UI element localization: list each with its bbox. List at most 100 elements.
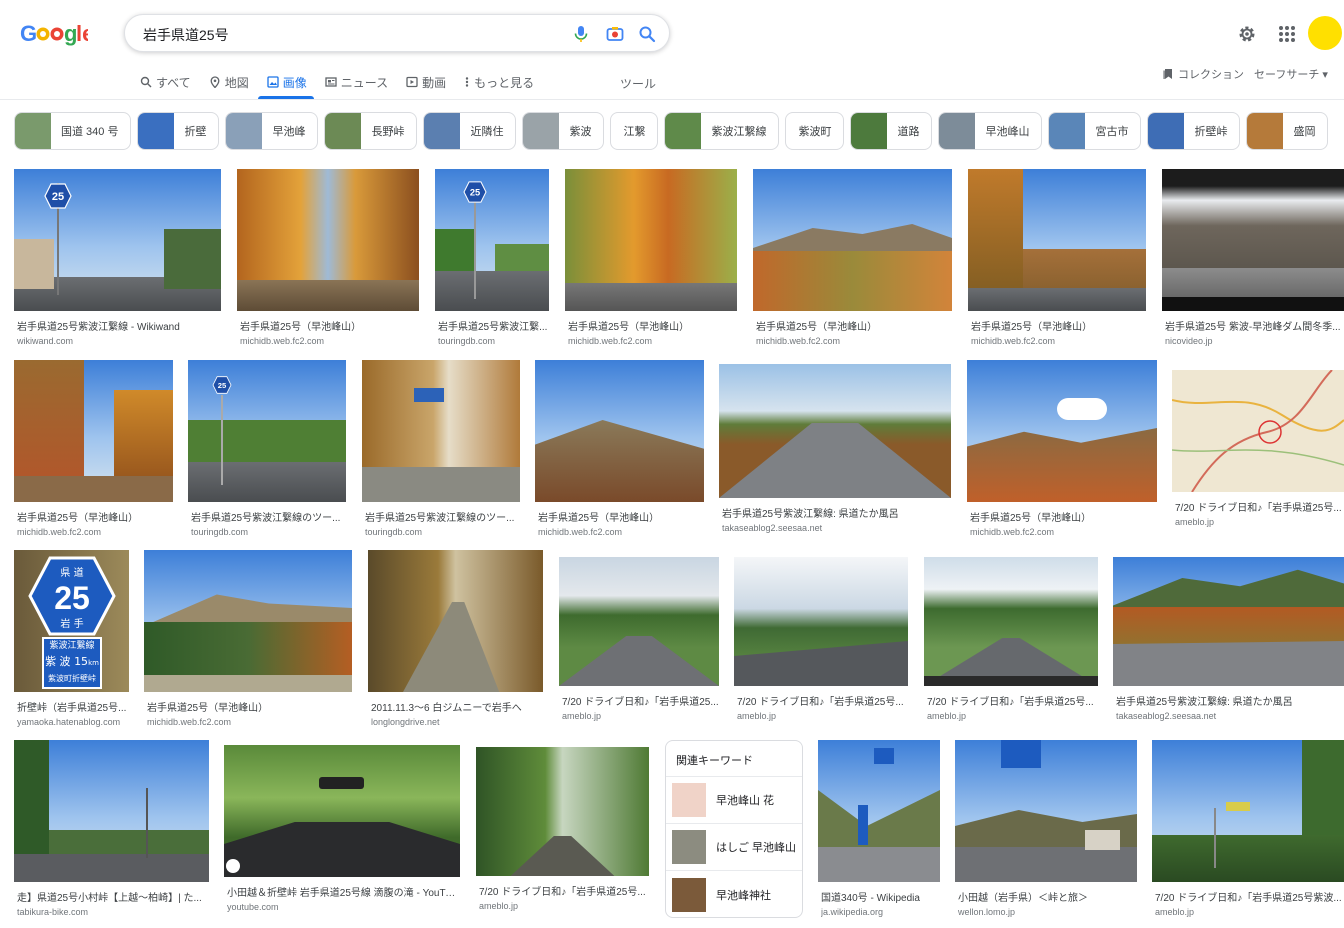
account-avatar[interactable] <box>1308 16 1342 50</box>
related-search-chip[interactable]: 紫波江繋線 <box>664 112 780 150</box>
result-title[interactable]: 岩手県道25号（早池峰山） <box>756 318 952 333</box>
tab-images[interactable]: 画像 <box>267 72 307 92</box>
result-title[interactable]: 岩手県道25号（早池峰山） <box>147 699 352 714</box>
result-title[interactable]: 7/20 ドライブ日和♪「岩手県道25号... <box>737 693 908 708</box>
result-source[interactable]: longlongdrive.net <box>371 717 543 727</box>
result-title[interactable]: 岩手県道25号（早池峰山） <box>568 318 737 333</box>
image-result[interactable]: 25 岩手県道25号紫波江繋... touringdb.com <box>435 169 549 346</box>
result-title[interactable]: 岩手県道25号（早池峰山） <box>538 509 704 524</box>
related-search-chip[interactable]: 盛岡 <box>1246 112 1329 150</box>
play-icon[interactable] <box>226 859 240 873</box>
result-source[interactable]: michidb.web.fc2.com <box>17 527 173 537</box>
search-icon[interactable] <box>637 24 657 44</box>
image-result[interactable]: 25 岩手県道25号紫波江繋線のツー... touringdb.com <box>188 360 346 537</box>
related-keyword-item[interactable]: はしご 早池峰山 <box>666 824 802 871</box>
tab-all[interactable]: すべて <box>140 72 191 92</box>
image-result[interactable]: 小田越＆折壁峠 岩手県道25号線 滴腹の滝 - YouTube youtube.… <box>224 745 460 912</box>
image-result[interactable]: 小田越（岩手県）＜峠と旅＞ wellon.lomo.jp <box>955 740 1137 917</box>
result-source[interactable]: michidb.web.fc2.com <box>970 527 1157 537</box>
tab-more[interactable]: もっと見る <box>464 72 534 92</box>
related-search-chip[interactable]: 近隣住 <box>423 112 517 150</box>
related-search-chip[interactable]: 国道 340 号 <box>14 112 132 150</box>
result-source[interactable]: touringdb.com <box>365 527 520 537</box>
related-search-chip[interactable]: 紫波 <box>522 112 605 150</box>
image-result[interactable]: 岩手県道25号（早池峰山） michidb.web.fc2.com <box>967 360 1157 537</box>
image-result[interactable]: 7/20 ドライブ日和♪「岩手県道25号... ameblo.jp <box>476 747 649 911</box>
related-keyword-item[interactable]: 早池峰山 花 <box>666 777 802 824</box>
related-search-chip[interactable]: 紫波町 <box>785 112 845 150</box>
result-title[interactable]: 岩手県道25号（早池峰山） <box>970 509 1157 524</box>
result-title[interactable]: 7/20 ドライブ日和♪「岩手県道25... <box>562 693 719 708</box>
related-keyword-item[interactable]: 早池峰神社 <box>666 871 802 917</box>
result-source[interactable]: michidb.web.fc2.com <box>240 336 419 346</box>
image-result[interactable]: 2011.11.3〜6 白ジムニーで岩手へ longlongdrive.net <box>368 550 543 727</box>
result-source[interactable]: michidb.web.fc2.com <box>971 336 1146 346</box>
image-result[interactable]: 7/20 ドライブ日和♪「岩手県道25号... ameblo.jp <box>734 557 908 721</box>
microphone-icon[interactable] <box>571 24 591 44</box>
related-search-chip[interactable]: 折壁 <box>137 112 220 150</box>
result-source[interactable]: touringdb.com <box>191 527 346 537</box>
result-source[interactable]: michidb.web.fc2.com <box>756 336 952 346</box>
image-result[interactable]: 7/20 ドライブ日和♪「岩手県道25号... ameblo.jp <box>1172 370 1344 527</box>
google-logo[interactable]: G g le <box>20 18 94 48</box>
result-title[interactable]: 岩手県道25号紫波江繋線のツー... <box>191 509 346 524</box>
related-search-chip[interactable]: 宮古市 <box>1048 112 1142 150</box>
image-result[interactable]: 7/20 ドライブ日和♪「岩手県道25号紫波... ameblo.jp <box>1152 740 1344 917</box>
related-search-chip[interactable]: 道路 <box>850 112 933 150</box>
result-title[interactable]: 岩手県道25号（早池峰山） <box>240 318 419 333</box>
result-title[interactable]: 岩手県道25号紫波江繋... <box>438 318 549 333</box>
camera-icon[interactable] <box>605 24 625 44</box>
result-title[interactable]: 折壁峠（岩手県道25号... <box>17 699 129 714</box>
result-source[interactable]: yamaoka.hatenablog.com <box>17 717 129 727</box>
tab-maps[interactable]: 地図 <box>209 72 249 92</box>
image-result[interactable]: 25 岩手県道25号紫波江繋線 - Wikiwand wikiwand.com <box>14 169 221 346</box>
image-result[interactable]: 国道340号 - Wikipedia ja.wikipedia.org <box>818 740 940 917</box>
image-result[interactable]: 岩手県道25号紫波江繋線: 県道たか風呂 takaseablog2.seesaa… <box>719 364 951 533</box>
result-source[interactable]: touringdb.com <box>438 336 549 346</box>
result-source[interactable]: takaseablog2.seesaa.net <box>1116 711 1344 721</box>
result-title[interactable]: 岩手県道25号（早池峰山） <box>971 318 1146 333</box>
image-result[interactable]: 岩手県道25号（早池峰山） michidb.web.fc2.com <box>14 360 173 537</box>
result-title[interactable]: 走】県道25号小村峠【上越〜柏崎】| た... <box>17 889 209 904</box>
search-box[interactable]: 岩手県道25号 <box>124 14 670 52</box>
result-source[interactable]: youtube.com <box>227 902 460 912</box>
image-result[interactable]: 岩手県道25号（早池峰山） michidb.web.fc2.com <box>753 169 952 346</box>
collections-button[interactable]: コレクション <box>1162 66 1244 82</box>
result-title[interactable]: 岩手県道25号（早池峰山） <box>17 509 173 524</box>
image-result[interactable]: 岩手県道25号（早池峰山） michidb.web.fc2.com <box>144 550 352 727</box>
result-title[interactable]: 2011.11.3〜6 白ジムニーで岩手へ <box>371 699 543 714</box>
image-result[interactable]: 岩手県道25号（早池峰山） michidb.web.fc2.com <box>237 169 419 346</box>
result-title[interactable]: 岩手県道25号 紫波-早池峰ダム間冬季... <box>1165 318 1344 333</box>
result-source[interactable]: michidb.web.fc2.com <box>147 717 352 727</box>
image-result[interactable]: 岩手県道25号紫波江繋線: 県道たか風呂 takaseablog2.seesaa… <box>1113 557 1344 721</box>
tab-news[interactable]: ニュース <box>325 72 388 92</box>
image-result[interactable]: 県 道 25 岩 手 紫波江繋線 紫 波 15km 紫波町折壁峠 折壁峠（岩手県… <box>14 550 129 727</box>
result-source[interactable]: tabikura-bike.com <box>17 907 209 917</box>
result-source[interactable]: ameblo.jp <box>1175 517 1344 527</box>
result-source[interactable]: takaseablog2.seesaa.net <box>722 523 951 533</box>
image-result[interactable]: 岩手県道25号紫波江繋線のツー... touringdb.com <box>362 360 520 537</box>
tab-videos[interactable]: 動画 <box>406 72 446 92</box>
search-input[interactable]: 岩手県道25号 <box>143 25 229 45</box>
result-source[interactable]: ameblo.jp <box>927 711 1098 721</box>
result-source[interactable]: ameblo.jp <box>479 901 649 911</box>
result-title[interactable]: 7/20 ドライブ日和♪「岩手県道25号紫波... <box>1155 889 1344 904</box>
image-result[interactable]: 岩手県道25号（早池峰山） michidb.web.fc2.com <box>968 169 1146 346</box>
result-title[interactable]: 小田越＆折壁峠 岩手県道25号線 滴腹の滝 - YouTube <box>227 884 460 899</box>
result-title[interactable]: 岩手県道25号紫波江繋線: 県道たか風呂 <box>722 505 951 520</box>
result-source[interactable]: michidb.web.fc2.com <box>538 527 704 537</box>
result-source[interactable]: ameblo.jp <box>737 711 908 721</box>
image-result[interactable]: 岩手県道25号（早池峰山） michidb.web.fc2.com <box>565 169 737 346</box>
result-source[interactable]: michidb.web.fc2.com <box>568 336 737 346</box>
result-source[interactable]: ja.wikipedia.org <box>821 907 940 917</box>
result-title[interactable]: 岩手県道25号紫波江繋線 - Wikiwand <box>17 318 221 333</box>
related-search-chip[interactable]: 早池峰山 <box>938 112 1043 150</box>
result-title[interactable]: 岩手県道25号紫波江繋線のツー... <box>365 509 520 524</box>
image-result[interactable]: 岩手県道25号（早池峰山） michidb.web.fc2.com <box>535 360 704 537</box>
result-source[interactable]: wellon.lomo.jp <box>958 907 1137 917</box>
result-source[interactable]: ameblo.jp <box>1155 907 1344 917</box>
result-title[interactable]: 7/20 ドライブ日和♪「岩手県道25号... <box>479 883 649 898</box>
result-title[interactable]: 岩手県道25号紫波江繋線: 県道たか風呂 <box>1116 693 1344 708</box>
tools-button[interactable]: ツール <box>620 75 656 92</box>
image-result[interactable]: 7/20 ドライブ日和♪「岩手県道25... ameblo.jp <box>559 557 719 721</box>
